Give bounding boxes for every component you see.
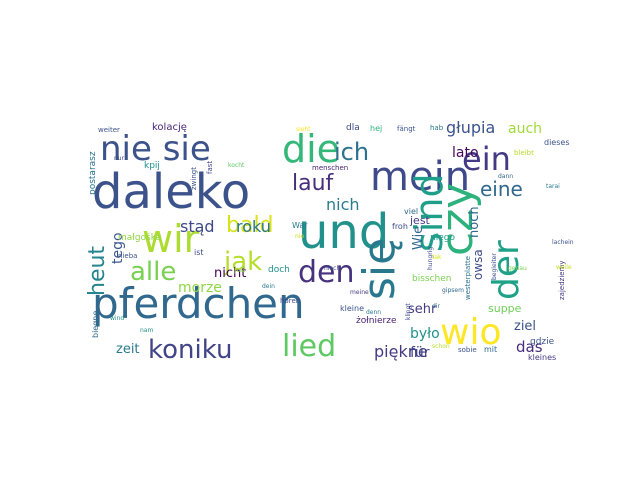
word-cloud-word: niego [430,233,455,243]
word-cloud-word: nie [295,233,304,240]
word-cloud-word: już [233,265,246,274]
word-cloud-word: ich [334,138,369,166]
word-cloud-word: lato [452,145,479,161]
word-cloud-word: doch [268,265,290,275]
word-cloud-word: meine [350,289,369,296]
word-cloud-word: westerplatte [464,256,472,300]
word-cloud-word: ist [194,248,204,257]
word-cloud-word: nur [114,155,125,162]
word-cloud-word: den [298,255,355,290]
word-cloud-word: kleines [528,353,556,362]
word-cloud-word: sobie [458,346,477,354]
word-cloud-word: dein [262,283,275,290]
word-cloud-word: denn [366,309,381,316]
word-cloud-word: kocht [228,162,245,169]
word-cloud-word: bisschen [412,274,452,284]
word-cloud-word: hab [430,124,444,132]
word-cloud-word: dla [346,123,360,133]
word-cloud-word: dieses [544,138,569,147]
word-cloud-word: stąd [180,217,215,236]
word-cloud-word: froh [392,222,408,231]
word-cloud-word: kolację [152,122,187,133]
word-cloud-word: było [410,326,440,342]
word-cloud-word: noch [467,206,482,238]
word-cloud-word: schon [432,343,450,350]
word-cloud-word: niech [324,265,340,272]
word-cloud-word: heut [85,246,110,296]
word-cloud-word: genau [508,265,527,272]
word-cloud-word: eine [480,177,523,201]
word-cloud-word: lachein [552,239,574,246]
word-cloud-word: małgośka [118,232,161,243]
word-cloud-word: tarai [546,183,560,190]
word-cloud-word: kpij [144,161,160,171]
word-cloud-word: nich [326,195,360,214]
word-cloud-word: koniku [148,335,232,365]
word-cloud-word: tak [432,254,442,261]
word-cloud-word: dir [432,303,440,310]
word-cloud-word: alle [130,257,176,287]
word-cloud-word: suppe [488,302,522,315]
word-cloud-word: viel [404,207,418,216]
word-cloud-word: ziel [514,319,536,334]
word-cloud-word: żołnierze [356,316,397,326]
word-cloud-word: nam [140,327,153,334]
word-cloud-word: wind [110,315,124,322]
word-cloud-word: hej [370,124,382,133]
word-cloud-word: mit [484,345,497,354]
word-cloud-word: begleiter [491,253,498,280]
word-cloud-word: biegnę [91,311,100,338]
word-cloud-word: morze [178,280,222,296]
word-cloud-word: fängt [397,125,416,133]
word-cloud-word: piękne [374,342,428,361]
word-cloud-word: Wie [411,226,426,250]
word-cloud-word: kleine [340,304,364,313]
word-cloud-word: daleko [92,164,250,220]
word-cloud-word: auch [508,121,542,137]
word-cloud-word: owsa [471,249,485,280]
word-cloud-word: lied [282,329,336,364]
word-cloud-word: nieba [118,252,137,260]
word-cloud-word: gipsem [442,287,464,294]
word-cloud-word: postarasz [88,151,98,195]
word-cloud-word: War [292,221,308,230]
word-cloud-word: bleibt [514,149,534,157]
word-cloud-word: zeit [116,342,140,357]
word-cloud-word: hören [280,297,300,305]
word-cloud-word: głupia [446,118,495,137]
word-cloud-word: sieht [296,126,311,133]
word-cloud-word: weile [556,264,572,271]
word-cloud-word: weiter [98,126,120,134]
word-cloud-word: zwingt [190,167,198,190]
word-cloud-word: gdzie [530,337,555,347]
word-cloud-word: menschen [312,164,348,172]
word-cloud-word: dann [498,173,513,180]
word-cloud-word: klingt [405,303,412,320]
word-cloud: dalekoundpferdchennie sie diemeineinczysi… [80,108,574,370]
word-cloud-word: roku [236,217,271,236]
word-cloud-word: fast [206,161,214,174]
word-cloud-word: lauf [292,171,335,196]
